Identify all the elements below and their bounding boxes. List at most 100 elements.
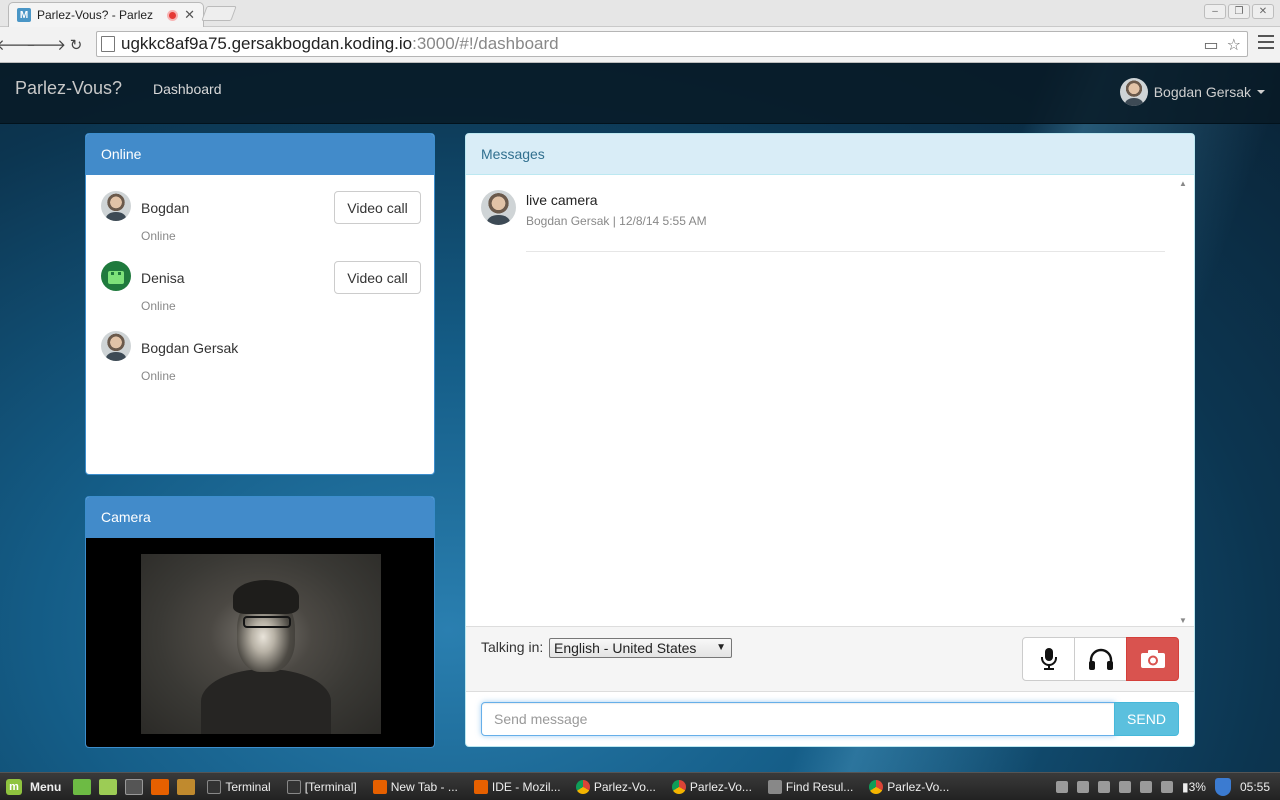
forward-icon[interactable]: 🡒 (26, 31, 66, 59)
battery-level: 3% (1188, 780, 1206, 794)
scroll-up-icon[interactable]: ▲ (1178, 179, 1188, 188)
messages-panel: Messages live camera Bogdan Gersak | 12/… (465, 133, 1195, 747)
person-glasses (243, 616, 291, 628)
user-row: Denisa Online Video call (101, 261, 421, 321)
send-row: SEND (481, 702, 1179, 736)
task-label: New Tab - ... (390, 779, 458, 794)
clock[interactable]: 05:55 (1240, 780, 1270, 794)
navbar: Parlez-Vous? Dashboard Bogdan Gersak (0, 63, 1280, 124)
new-tab-button[interactable] (201, 6, 237, 21)
close-tab-icon[interactable]: ✕ (184, 7, 195, 23)
dropdown-arrow-icon: ▼ (716, 642, 726, 653)
show-desktop-icon[interactable] (73, 778, 92, 795)
close-window-button[interactable]: ✕ (1252, 4, 1274, 19)
user-menu[interactable]: Bogdan Gersak (1119, 78, 1265, 106)
language-select[interactable]: English - United States ▼ (549, 638, 732, 658)
terminal-launcher-icon[interactable] (125, 778, 144, 795)
user-row: Bogdan Gersak Online (101, 331, 421, 391)
search-results-icon (767, 779, 782, 794)
avatar (481, 190, 516, 225)
minimize-button[interactable]: – (1204, 4, 1226, 19)
battery-indicator[interactable]: ▮3% (1182, 780, 1206, 794)
online-panel: Online Bogdan Online Video call Denisa O… (85, 133, 435, 475)
camera-body (86, 538, 434, 747)
message-item: live camera Bogdan Gersak | 12/8/14 5:55… (481, 190, 1165, 252)
avatar (101, 191, 131, 221)
taskbar-item[interactable]: Parlez-Vo... (568, 774, 664, 800)
avatar (1119, 78, 1148, 106)
person-shoulders (201, 669, 331, 734)
person-hair (233, 580, 299, 614)
headphones-button[interactable] (1074, 637, 1127, 681)
task-label: Parlez-Vo... (887, 779, 950, 794)
url-host: ugkkc8af9a75.gersakbogdan.koding.io (121, 34, 413, 53)
avatar (101, 261, 131, 291)
omnibox-icons: ▭ ☆ (1204, 35, 1241, 55)
headphones-icon (1088, 648, 1113, 670)
start-menu-button[interactable]: m Menu (0, 778, 69, 795)
favicon-icon: M (17, 8, 31, 22)
window-controls: – ❐ ✕ (1204, 4, 1274, 19)
update-icon[interactable] (1098, 781, 1111, 793)
video-call-button[interactable]: Video call (334, 191, 421, 224)
taskbar-item[interactable]: IDE - Mozil... (466, 774, 568, 800)
user-name: Bogdan Gersak (141, 340, 239, 356)
shield-icon[interactable] (1214, 778, 1231, 796)
chrome-icon (869, 779, 884, 794)
chrome-icon (575, 779, 590, 794)
camera-video[interactable] (141, 554, 381, 734)
message-input[interactable] (481, 702, 1115, 736)
camera-icon (1140, 650, 1165, 668)
brand[interactable]: Parlez-Vous? (15, 78, 122, 99)
send-button[interactable]: SEND (1114, 702, 1179, 736)
address-bar[interactable]: ugkkc8af9a75.gersakbogdan.koding.io:3000… (96, 31, 1248, 57)
video-call-button[interactable]: Video call (334, 261, 421, 294)
user-status: Online (141, 369, 176, 383)
restore-button[interactable]: ❐ (1228, 4, 1250, 19)
task-label: IDE - Mozil... (491, 779, 561, 794)
firefox-launcher-icon[interactable] (151, 778, 170, 795)
browser-tab[interactable]: M Parlez-Vous? - Parlez ✕ (8, 2, 204, 27)
talking-in-label: Talking in: (481, 639, 544, 655)
online-panel-title: Online (86, 134, 434, 175)
firefox-icon (473, 779, 488, 794)
system-tray: ▮3% 05:55 (1056, 773, 1280, 800)
user-status: Online (141, 229, 176, 243)
tab-title: Parlez-Vous? - Parlez (37, 8, 154, 22)
taskbar-item[interactable]: Parlez-Vo... (664, 774, 760, 800)
camera-toggle-button[interactable] (1126, 637, 1179, 681)
wifi-icon[interactable] (1140, 781, 1153, 793)
user-icon[interactable] (1056, 781, 1069, 793)
user-row: Bogdan Online Video call (101, 191, 421, 251)
nav-dashboard[interactable]: Dashboard (153, 81, 222, 97)
task-label: Terminal (225, 779, 271, 794)
terminal-icon (207, 779, 222, 794)
reload-icon[interactable]: ↻ (62, 31, 90, 59)
taskbar-item[interactable]: [Terminal] (279, 774, 365, 800)
camera-access-icon[interactable]: ▭ (1204, 35, 1219, 55)
microphone-button[interactable] (1022, 637, 1075, 681)
volume-icon[interactable] (1161, 781, 1174, 793)
terminal-icon (286, 779, 301, 794)
message-text: live camera (526, 192, 598, 208)
scroll-down-icon[interactable]: ▼ (1178, 616, 1188, 625)
url-text: ugkkc8af9a75.gersakbogdan.koding.io:3000… (121, 34, 559, 54)
scrollbar[interactable]: ▲ ▼ (1178, 179, 1188, 625)
taskbar-item[interactable]: Parlez-Vo... (861, 774, 957, 800)
taskbar-item[interactable]: New Tab - ... (365, 774, 466, 800)
files-icon[interactable] (99, 778, 118, 795)
microphone-icon (1040, 648, 1057, 670)
caret-down-icon (1257, 90, 1265, 94)
task-label: Find Resul... (785, 779, 854, 794)
taskbar-item[interactable]: Terminal (199, 774, 278, 800)
task-label: [Terminal] (304, 779, 357, 794)
task-label: Parlez-Vo... (593, 779, 656, 794)
clipboard-icon[interactable] (1077, 781, 1090, 793)
taskbar-item[interactable]: Find Resul... (760, 774, 861, 800)
messages-list[interactable]: live camera Bogdan Gersak | 12/8/14 5:55… (466, 175, 1194, 626)
archive-launcher-icon[interactable] (177, 778, 196, 795)
browser-menu-icon[interactable] (1258, 35, 1274, 49)
task-label: Parlez-Vo... (689, 779, 752, 794)
bluetooth-icon[interactable] (1119, 781, 1132, 793)
bookmark-star-icon[interactable]: ☆ (1227, 35, 1241, 55)
